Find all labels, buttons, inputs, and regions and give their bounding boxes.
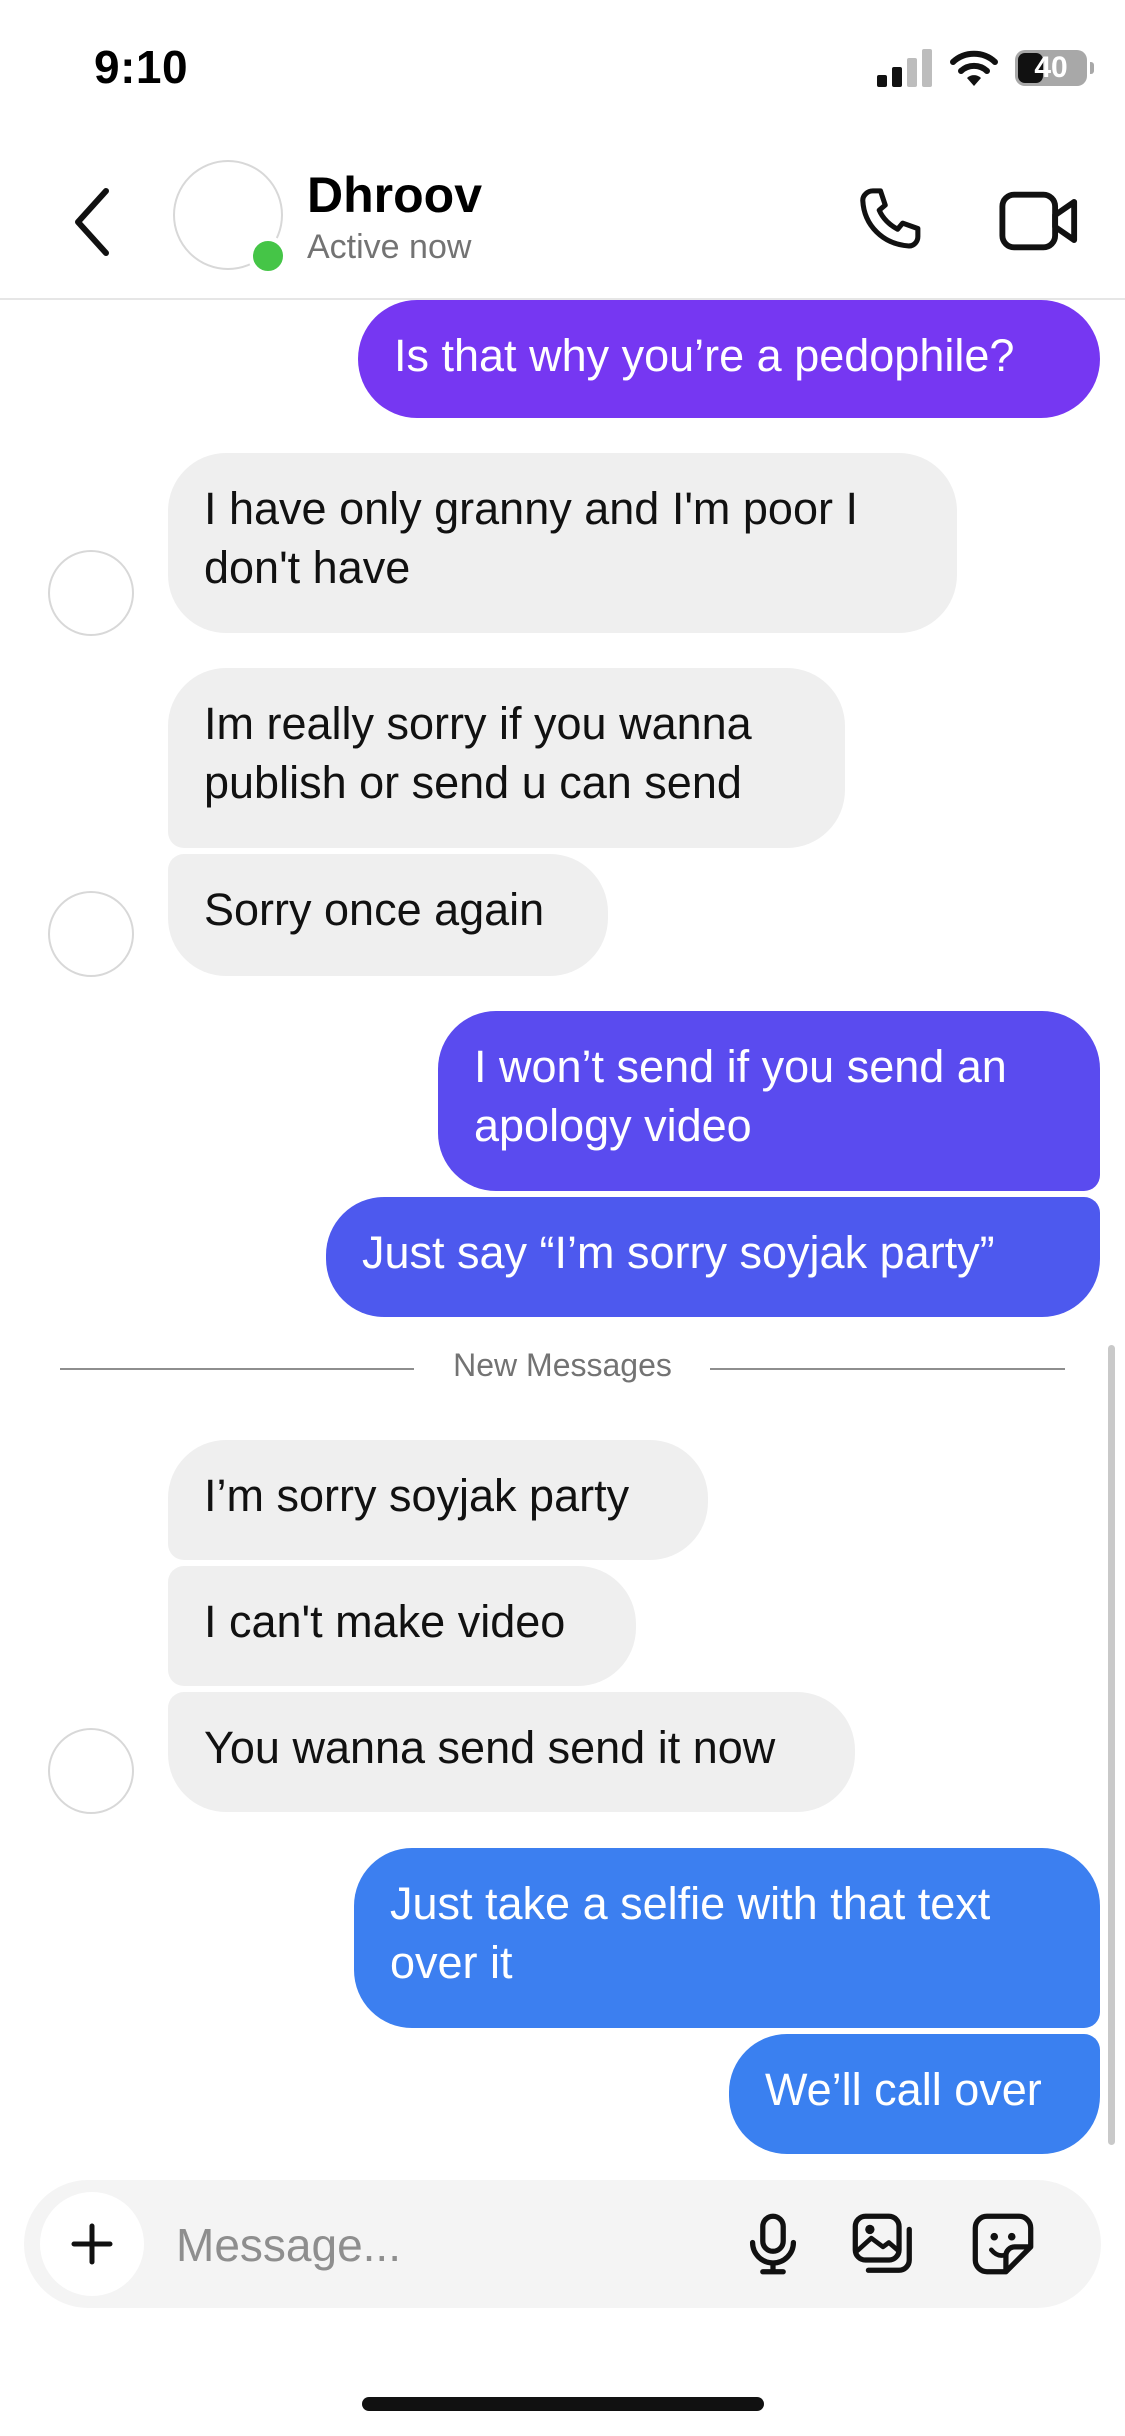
wifi-icon [950, 50, 998, 86]
sender-avatar[interactable] [48, 1728, 134, 1814]
microphone-icon[interactable] [738, 2209, 808, 2279]
message-bubble-incoming[interactable]: I have only granny and I'm poor I don't … [168, 453, 957, 633]
new-messages-divider: New Messages [453, 1347, 672, 1383]
chevron-left-icon[interactable] [70, 185, 114, 259]
phone-icon[interactable] [852, 182, 928, 258]
signal-icon [877, 48, 932, 87]
message-bubble-outgoing[interactable]: We’ll call over [729, 2034, 1100, 2154]
divider-line-right [710, 1368, 1065, 1370]
online-indicator [248, 236, 288, 276]
plus-icon [71, 2223, 113, 2265]
scrollbar[interactable] [1108, 1345, 1115, 2145]
message-bubble-outgoing[interactable]: Just say “I’m sorry soyjak party” [326, 1197, 1100, 1317]
message-bubble-incoming[interactable]: I can't make video [168, 1566, 636, 1686]
message-composer [24, 2180, 1101, 2308]
chat-header: Dhroov Active now [0, 150, 1125, 300]
sticker-icon[interactable] [968, 2209, 1038, 2279]
message-bubble-outgoing[interactable]: I won’t send if you send an apology vide… [438, 1011, 1100, 1191]
message-input[interactable] [174, 2202, 738, 2288]
home-indicator[interactable] [362, 2397, 764, 2411]
battery-level: 40 [1034, 50, 1068, 84]
status-icons: 40 [877, 45, 1094, 90]
battery-indicator: 40 [1015, 49, 1094, 86]
video-camera-icon[interactable] [998, 183, 1080, 259]
sender-avatar[interactable] [48, 891, 134, 977]
message-bubble-incoming[interactable]: Im really sorry if you wanna publish or … [168, 668, 845, 848]
contact-status: Active now [307, 228, 472, 266]
message-bubble-incoming[interactable]: You wanna send send it now [168, 1692, 855, 1812]
message-bubble-outgoing[interactable]: Just take a selfie with that text over i… [354, 1848, 1100, 2028]
message-bubble-outgoing[interactable]: Is that why you’re a pedophile? [358, 300, 1100, 418]
status-time: 9:10 [94, 41, 189, 93]
contact-name[interactable]: Dhroov [307, 166, 482, 224]
sender-avatar[interactable] [48, 550, 134, 636]
add-attachment-button[interactable] [40, 2192, 144, 2296]
gallery-icon[interactable] [848, 2209, 918, 2279]
message-bubble-incoming[interactable]: I’m sorry soyjak party [168, 1440, 708, 1560]
message-bubble-incoming[interactable]: Sorry once again [168, 854, 608, 976]
